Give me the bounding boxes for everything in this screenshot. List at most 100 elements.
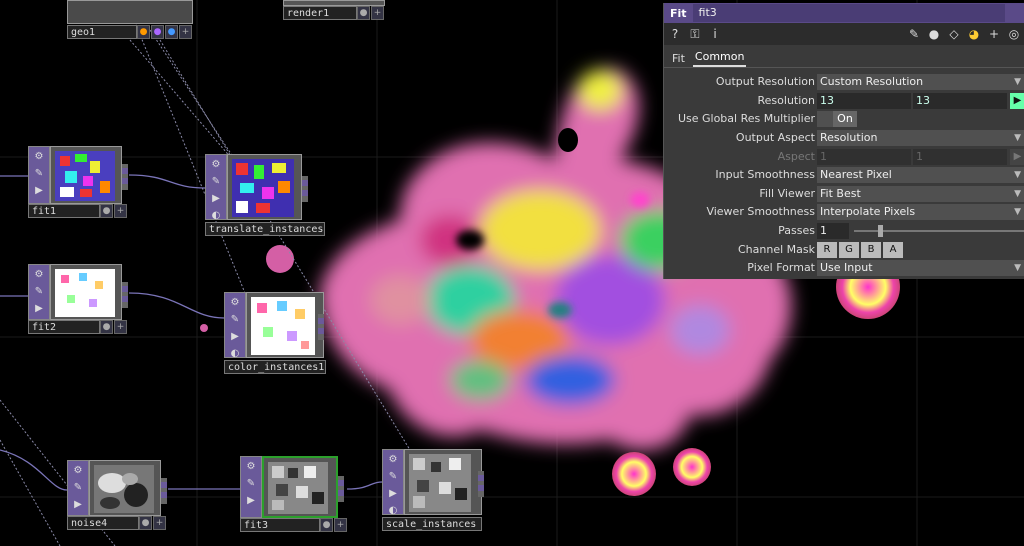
output-resolution-dropdown[interactable]: Custom Resolution ▼ xyxy=(817,74,1024,90)
wand-icon[interactable]: ✎ xyxy=(31,285,47,299)
purple-flag-icon[interactable]: ● xyxy=(151,25,164,39)
output-aspect-dropdown[interactable]: Resolution ▼ xyxy=(817,130,1024,146)
orange-flag-icon[interactable]: ● xyxy=(137,25,150,39)
node-outputs[interactable] xyxy=(478,471,484,497)
add-icon[interactable]: + xyxy=(114,320,127,334)
param-output-resolution: Output Resolution Custom Resolution ▼ xyxy=(664,73,1024,91)
display-flag-icon[interactable]: ● xyxy=(357,6,370,20)
node-label: noise4 xyxy=(67,516,139,530)
plus-icon[interactable]: + xyxy=(987,27,1001,41)
add-icon[interactable]: + xyxy=(153,516,166,530)
display-flag-icon[interactable]: ● xyxy=(100,320,113,334)
node-thumbnail xyxy=(50,264,122,320)
node-side-panel: ⚙ ✎ ▶ xyxy=(28,264,50,320)
chevron-down-icon: ▼ xyxy=(1014,207,1021,217)
wand-icon[interactable]: ✎ xyxy=(31,167,47,181)
settings-icon[interactable]: ⚙ xyxy=(208,158,224,172)
wand-icon[interactable]: ✎ xyxy=(385,470,401,484)
fill-viewer-dropdown[interactable]: Fit Best ▼ xyxy=(817,186,1024,202)
settings-icon[interactable]: ⚙ xyxy=(31,268,47,282)
viewer-smoothness-dropdown[interactable]: Interpolate Pixels ▼ xyxy=(817,204,1024,220)
channel-b-toggle[interactable]: B xyxy=(861,242,881,258)
play-icon[interactable]: ▶ xyxy=(385,487,401,501)
viewer-icon[interactable]: ◐ xyxy=(208,209,224,223)
python-icon[interactable]: ◕ xyxy=(967,27,981,41)
param-channel-mask: Channel Mask R G B A xyxy=(664,241,1024,259)
viewer-icon[interactable]: ◐ xyxy=(227,347,243,361)
wand-icon[interactable]: ✎ xyxy=(243,477,259,491)
wand-icon[interactable]: ✎ xyxy=(227,313,243,327)
channel-g-toggle[interactable]: G xyxy=(839,242,859,258)
play-icon[interactable]: ▶ xyxy=(243,494,259,508)
add-icon[interactable]: + xyxy=(334,518,347,532)
param-label: Fill Viewer xyxy=(759,187,815,200)
target-icon[interactable]: ◎ xyxy=(1007,27,1021,41)
param-label: Channel Mask xyxy=(738,243,815,256)
eraser-icon[interactable]: ◇ xyxy=(947,27,961,41)
node-outputs[interactable] xyxy=(318,314,324,340)
param-label: Output Resolution xyxy=(715,75,815,88)
chevron-down-icon: ▼ xyxy=(1014,133,1021,143)
dropdown-value: Nearest Pixel xyxy=(820,168,892,181)
settings-icon[interactable]: ⚙ xyxy=(31,150,47,164)
resolution-height-field[interactable]: 13 xyxy=(913,93,1007,109)
aspect-x-field: 1 xyxy=(817,149,911,165)
settings-icon[interactable]: ⚙ xyxy=(70,464,86,478)
channel-a-toggle[interactable]: A xyxy=(883,242,903,258)
param-label: Output Aspect xyxy=(735,131,815,144)
toggle-state: On xyxy=(833,111,857,127)
tab-common[interactable]: Common xyxy=(692,48,747,67)
node-label: fit2 xyxy=(28,320,100,334)
parameter-panel: Fit fit3 ? ⚿ i ✎ ● ◇ ◕ + ◎ Fit Common Ou… xyxy=(663,3,1024,279)
input-smoothness-dropdown[interactable]: Nearest Pixel ▼ xyxy=(817,167,1024,183)
channel-r-toggle[interactable]: R xyxy=(817,242,837,258)
chevron-down-icon: ▼ xyxy=(1014,189,1021,199)
node-thumbnail xyxy=(246,292,324,358)
display-flag-icon[interactable]: ● xyxy=(320,518,333,532)
play-icon[interactable]: ▶ xyxy=(31,302,47,316)
settings-icon[interactable]: ⚙ xyxy=(385,453,401,467)
play-icon[interactable]: ▶ xyxy=(227,330,243,344)
blue-flag-icon[interactable]: ● xyxy=(165,25,178,39)
node-label: color_instances1 xyxy=(224,360,326,374)
add-icon[interactable]: + xyxy=(371,6,384,20)
node-outputs[interactable] xyxy=(122,164,128,190)
global-res-toggle[interactable]: On xyxy=(817,111,857,127)
passes-field[interactable]: 1 xyxy=(817,223,849,239)
play-icon[interactable]: ▶ xyxy=(31,184,47,198)
tab-fit[interactable]: Fit xyxy=(670,50,687,67)
node-side-panel: ⚙ ✎ ▶ xyxy=(67,460,89,516)
viewer-icon[interactable]: ◐ xyxy=(385,504,401,518)
passes-slider-handle[interactable] xyxy=(878,225,883,237)
play-icon[interactable]: ▶ xyxy=(208,192,224,206)
python-help-icon[interactable]: ⚿ xyxy=(688,27,702,42)
display-flag-icon[interactable]: ● xyxy=(139,516,152,530)
node-outputs[interactable] xyxy=(338,476,344,502)
node-outputs[interactable] xyxy=(302,176,308,202)
settings-icon[interactable]: ⚙ xyxy=(243,460,259,474)
wand-icon[interactable]: ✎ xyxy=(208,175,224,189)
help-icon[interactable]: ? xyxy=(668,27,682,41)
add-icon[interactable]: + xyxy=(179,25,192,39)
display-flag-icon[interactable]: ● xyxy=(100,204,113,218)
wand-icon[interactable]: ✎ xyxy=(70,481,86,495)
play-icon[interactable]: ▶ xyxy=(70,498,86,512)
settings-icon[interactable]: ⚙ xyxy=(227,296,243,310)
node-outputs[interactable] xyxy=(122,282,128,308)
operator-name-field[interactable]: fit3 xyxy=(692,4,1005,22)
node-side-panel: ⚙ ✎ ▶ ◐ xyxy=(382,449,404,518)
info-icon[interactable]: i xyxy=(708,27,722,41)
add-icon[interactable]: + xyxy=(114,204,127,218)
comment-icon[interactable]: ● xyxy=(927,27,941,41)
node-outputs[interactable] xyxy=(161,478,167,504)
node-thumbnail xyxy=(67,0,193,24)
pixel-format-dropdown[interactable]: Use Input ▼ xyxy=(817,260,1024,276)
resolution-width-field[interactable]: 13 xyxy=(817,93,911,109)
aspect-apply-icon: ▶ xyxy=(1010,149,1024,165)
param-pixel-format: Pixel Format Use Input ▼ xyxy=(664,259,1024,277)
param-label: Input Smoothness xyxy=(715,168,815,181)
resolution-apply-icon[interactable]: ▶ xyxy=(1010,93,1024,109)
dropdown-value: Fit Best xyxy=(820,187,861,200)
operator-type: Fit xyxy=(670,6,687,20)
pencil-icon[interactable]: ✎ xyxy=(907,27,921,41)
